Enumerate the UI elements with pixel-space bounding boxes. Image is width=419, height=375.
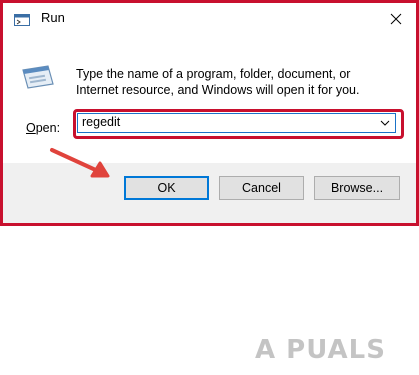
close-button[interactable] xyxy=(388,11,404,27)
run-dialog-window: Run Type the name of a program, folder, … xyxy=(0,0,419,365)
run-dialog-icon xyxy=(22,65,54,89)
button-bar: A PUALS OK Cancel Browse... xyxy=(3,163,416,365)
title-bar[interactable]: Run xyxy=(3,3,416,35)
open-combobox[interactable]: regedit xyxy=(77,113,396,133)
open-label-mnemonic: O xyxy=(26,121,36,135)
open-input[interactable]: regedit xyxy=(82,115,120,129)
ok-button[interactable]: OK xyxy=(124,176,209,200)
watermark-text: A PUALS xyxy=(255,335,386,365)
cancel-button[interactable]: Cancel xyxy=(219,176,304,200)
browse-button[interactable]: Browse... xyxy=(314,176,400,200)
run-app-icon xyxy=(14,14,30,26)
open-label-rest: pen: xyxy=(35,121,61,135)
close-icon xyxy=(390,13,402,25)
watermark-logo: A PUALS xyxy=(251,323,391,375)
open-label: Open: xyxy=(26,121,60,135)
window-title: Run xyxy=(41,10,65,25)
dialog-content: Type the name of a program, folder, docu… xyxy=(3,35,416,163)
chevron-down-icon[interactable] xyxy=(379,117,391,129)
instruction-text: Type the name of a program, folder, docu… xyxy=(76,67,360,97)
